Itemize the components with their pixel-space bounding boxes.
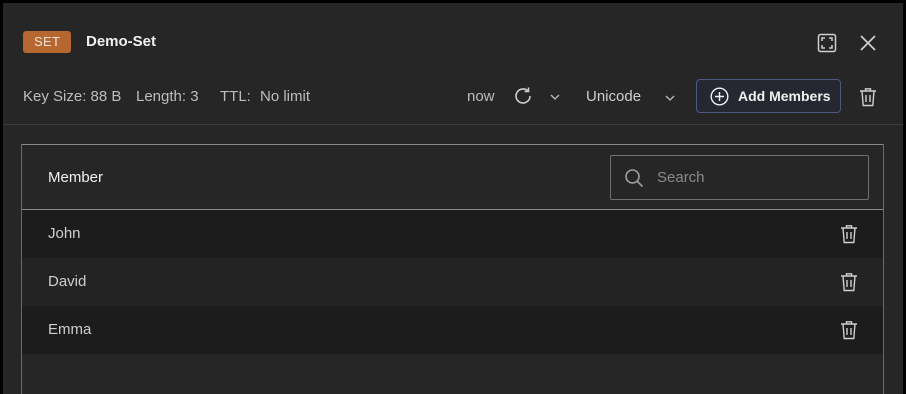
expand-icon [817, 33, 837, 53]
delete-member-button[interactable] [840, 320, 860, 340]
ttl-label: TTL: [220, 88, 251, 105]
format-value: Unicode [586, 88, 642, 105]
search-input[interactable] [657, 169, 857, 186]
ttl-value[interactable]: No limit [260, 88, 310, 105]
refresh-icon [513, 86, 533, 106]
trash-icon [841, 225, 857, 244]
table-row[interactable]: Emma [22, 306, 883, 354]
delete-member-button[interactable] [840, 224, 860, 244]
search-box[interactable] [610, 155, 869, 200]
table-header: Member [22, 144, 883, 210]
member-value: John [48, 225, 81, 242]
search-icon [624, 168, 644, 188]
add-members-label: Add Members [738, 88, 831, 104]
last-refresh-time: now [467, 88, 495, 105]
trash-icon [859, 87, 877, 107]
format-select[interactable]: Unicode [586, 84, 681, 110]
key-name: Demo-Set [86, 33, 157, 50]
chevron-down-icon [665, 89, 675, 101]
member-value: David [48, 273, 87, 290]
key-size: Key Size: 88 B [23, 88, 122, 105]
key-header: SET Demo-Set Key Size: 88 B Length: 3 TT… [3, 3, 903, 125]
expand-button[interactable] [815, 31, 839, 55]
auto-refresh-dropdown[interactable] [548, 89, 562, 105]
add-members-button[interactable]: Add Members [696, 79, 841, 113]
chevron-down-icon [550, 94, 560, 100]
trash-icon [841, 321, 857, 340]
table-row[interactable]: John [22, 210, 883, 258]
refresh-button[interactable] [512, 85, 534, 107]
close-button[interactable] [856, 31, 880, 55]
trash-icon [841, 273, 857, 292]
delete-key-button[interactable] [858, 86, 878, 108]
members-list: John David Emma [22, 210, 883, 354]
member-value: Emma [48, 321, 92, 338]
key-type-badge: SET [23, 31, 72, 53]
delete-member-button[interactable] [840, 272, 860, 292]
key-length: Length: 3 [136, 88, 199, 105]
table-row[interactable]: David [22, 258, 883, 306]
plus-circle-icon [710, 86, 729, 106]
close-icon [859, 34, 877, 52]
members-table: Member John [21, 144, 884, 394]
member-column-header: Member [48, 169, 104, 186]
key-details-panel: SET Demo-Set Key Size: 88 B Length: 3 TT… [3, 3, 903, 394]
